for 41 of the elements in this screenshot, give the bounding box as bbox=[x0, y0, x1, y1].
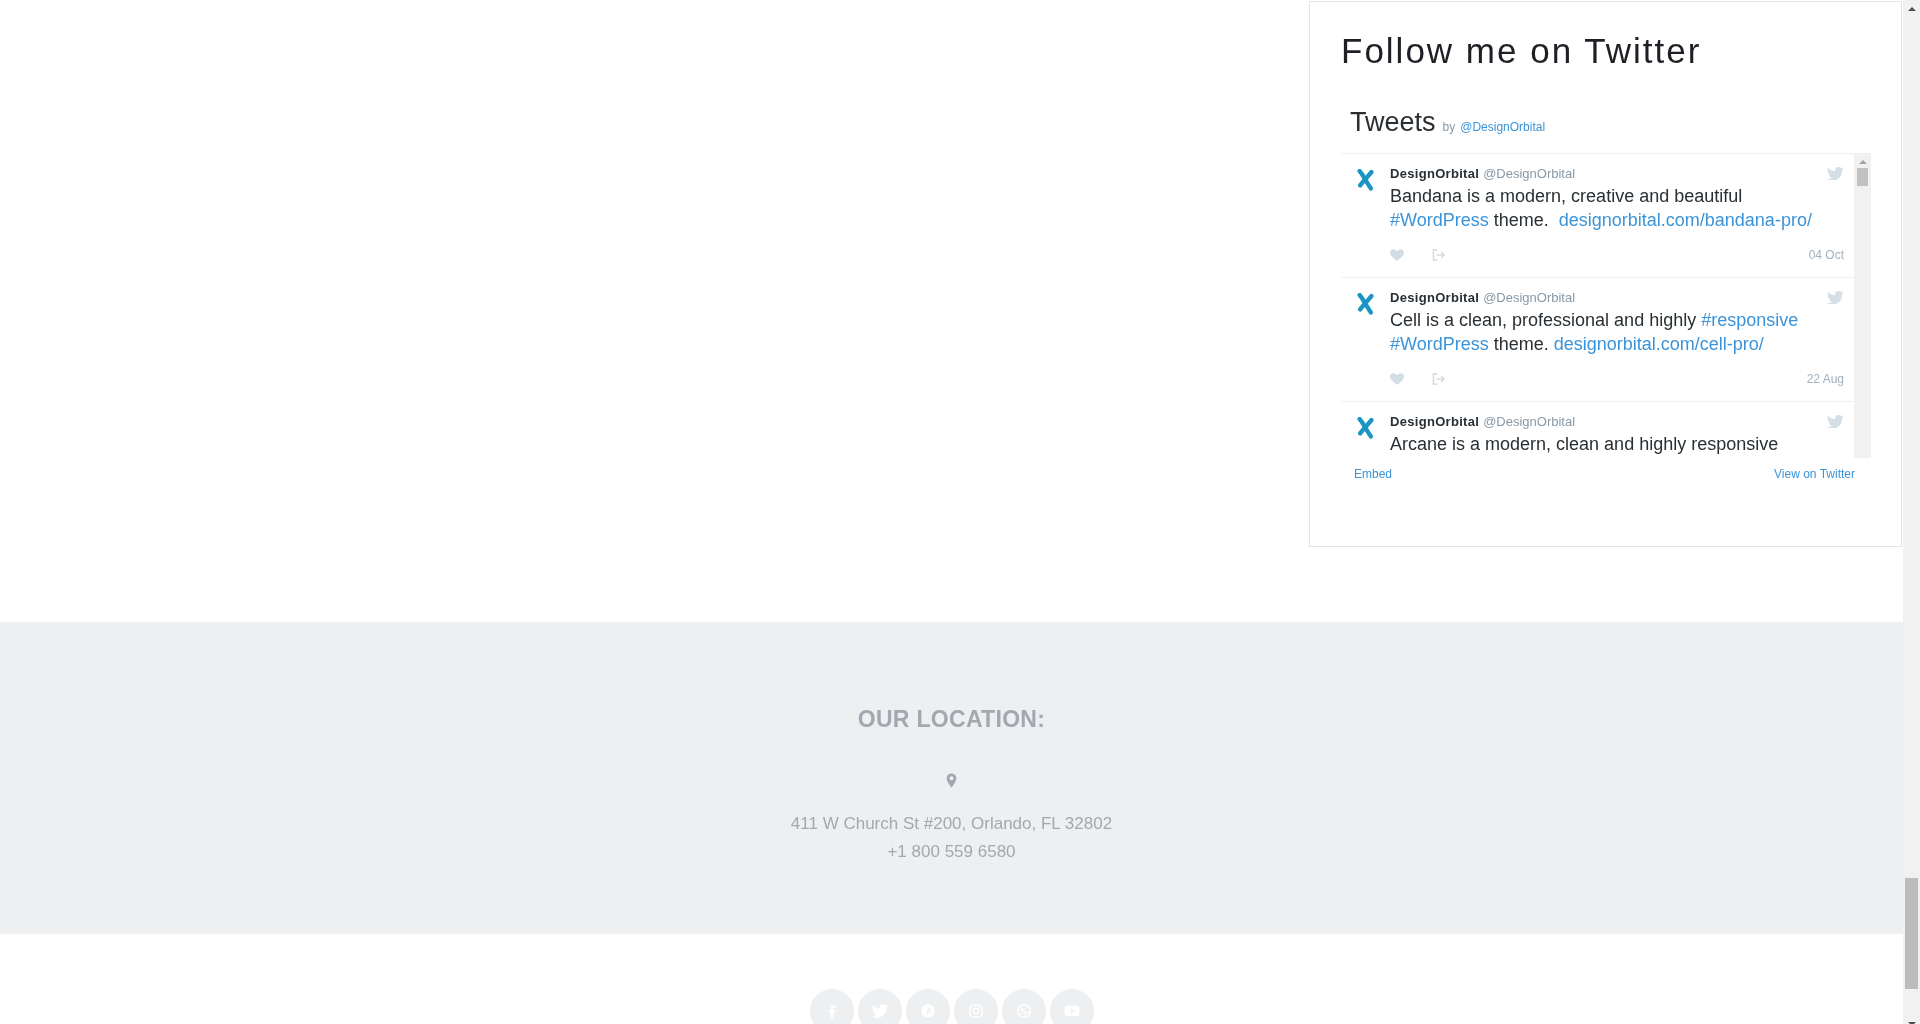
hashtag-link[interactable]: #WordPress bbox=[1390, 210, 1489, 230]
tweet-date[interactable]: 22 Aug bbox=[1806, 372, 1844, 386]
scrollbar-thumb[interactable] bbox=[1905, 878, 1918, 989]
scrollbar[interactable] bbox=[1854, 154, 1871, 458]
logo-icon bbox=[1357, 417, 1374, 439]
tweet-date[interactable]: 04 Oct bbox=[1808, 248, 1844, 262]
tweet-text: Bandana is a modern, creative and beautiful #WordPress theme. designorbital.com/bandana-pro/ bbox=[1390, 185, 1813, 232]
address-text: 411 W Church St #200, Orlando, FL 32802 bbox=[790, 813, 1113, 835]
scroll-up-icon[interactable] bbox=[1907, 7, 1916, 11]
author-name[interactable]: DesignOrbital bbox=[1390, 413, 1480, 429]
timeline-heading: Tweets bbox=[1350, 106, 1436, 138]
tweet-text: Cell is a clean, professional and highly #responsive #WordPress theme. designorbital.com/cell-pro/ bbox=[1390, 309, 1800, 356]
logo-icon bbox=[1357, 293, 1374, 315]
map-pin-icon bbox=[946, 773, 957, 788]
author-handle[interactable]: @DesignOrbital bbox=[1483, 165, 1576, 181]
scrollbar-thumb[interactable] bbox=[1857, 168, 1868, 186]
hashtag-link[interactable]: #responsive bbox=[1701, 310, 1799, 330]
page-scrollbar[interactable] bbox=[1903, 0, 1920, 1024]
author-handle[interactable]: @DesignOrbital bbox=[1483, 413, 1576, 429]
heart-icon[interactable] bbox=[1390, 373, 1404, 385]
footer-link[interactable]: Embed bbox=[1354, 466, 1393, 482]
hashtag-link[interactable]: #WordPress bbox=[1390, 334, 1489, 354]
author-name[interactable]: DesignOrbital bbox=[1390, 289, 1480, 305]
twitter-icon[interactable] bbox=[1827, 414, 1844, 428]
location-heading: OUR LOCATION: bbox=[857, 705, 1046, 733]
url-link[interactable]: designorbital.com/bandana-pro/ bbox=[1558, 210, 1812, 230]
tweet-text: Arcane is a modern, clean and highly responsive bbox=[1390, 433, 1780, 456]
author-handle[interactable]: @DesignOrbital bbox=[1483, 289, 1576, 305]
share-icon[interactable] bbox=[1432, 373, 1446, 385]
widget-title: Follow me on Twitter bbox=[1341, 30, 1703, 72]
share-icon[interactable] bbox=[1432, 249, 1446, 261]
phone-text: +1 800 559 6580 bbox=[887, 841, 1016, 863]
heart-icon[interactable] bbox=[1390, 249, 1404, 261]
account-link[interactable]: @DesignOrbital bbox=[1460, 120, 1546, 134]
twitter-icon[interactable] bbox=[1827, 290, 1844, 304]
twitter-icon[interactable] bbox=[1827, 166, 1844, 180]
footer-link[interactable]: View on Twitter bbox=[1774, 466, 1855, 482]
byline-label: by bbox=[1442, 120, 1456, 134]
logo-icon bbox=[1357, 169, 1374, 191]
url-link[interactable]: designorbital.com/cell-pro/ bbox=[1553, 334, 1764, 354]
author-name[interactable]: DesignOrbital bbox=[1390, 165, 1480, 181]
